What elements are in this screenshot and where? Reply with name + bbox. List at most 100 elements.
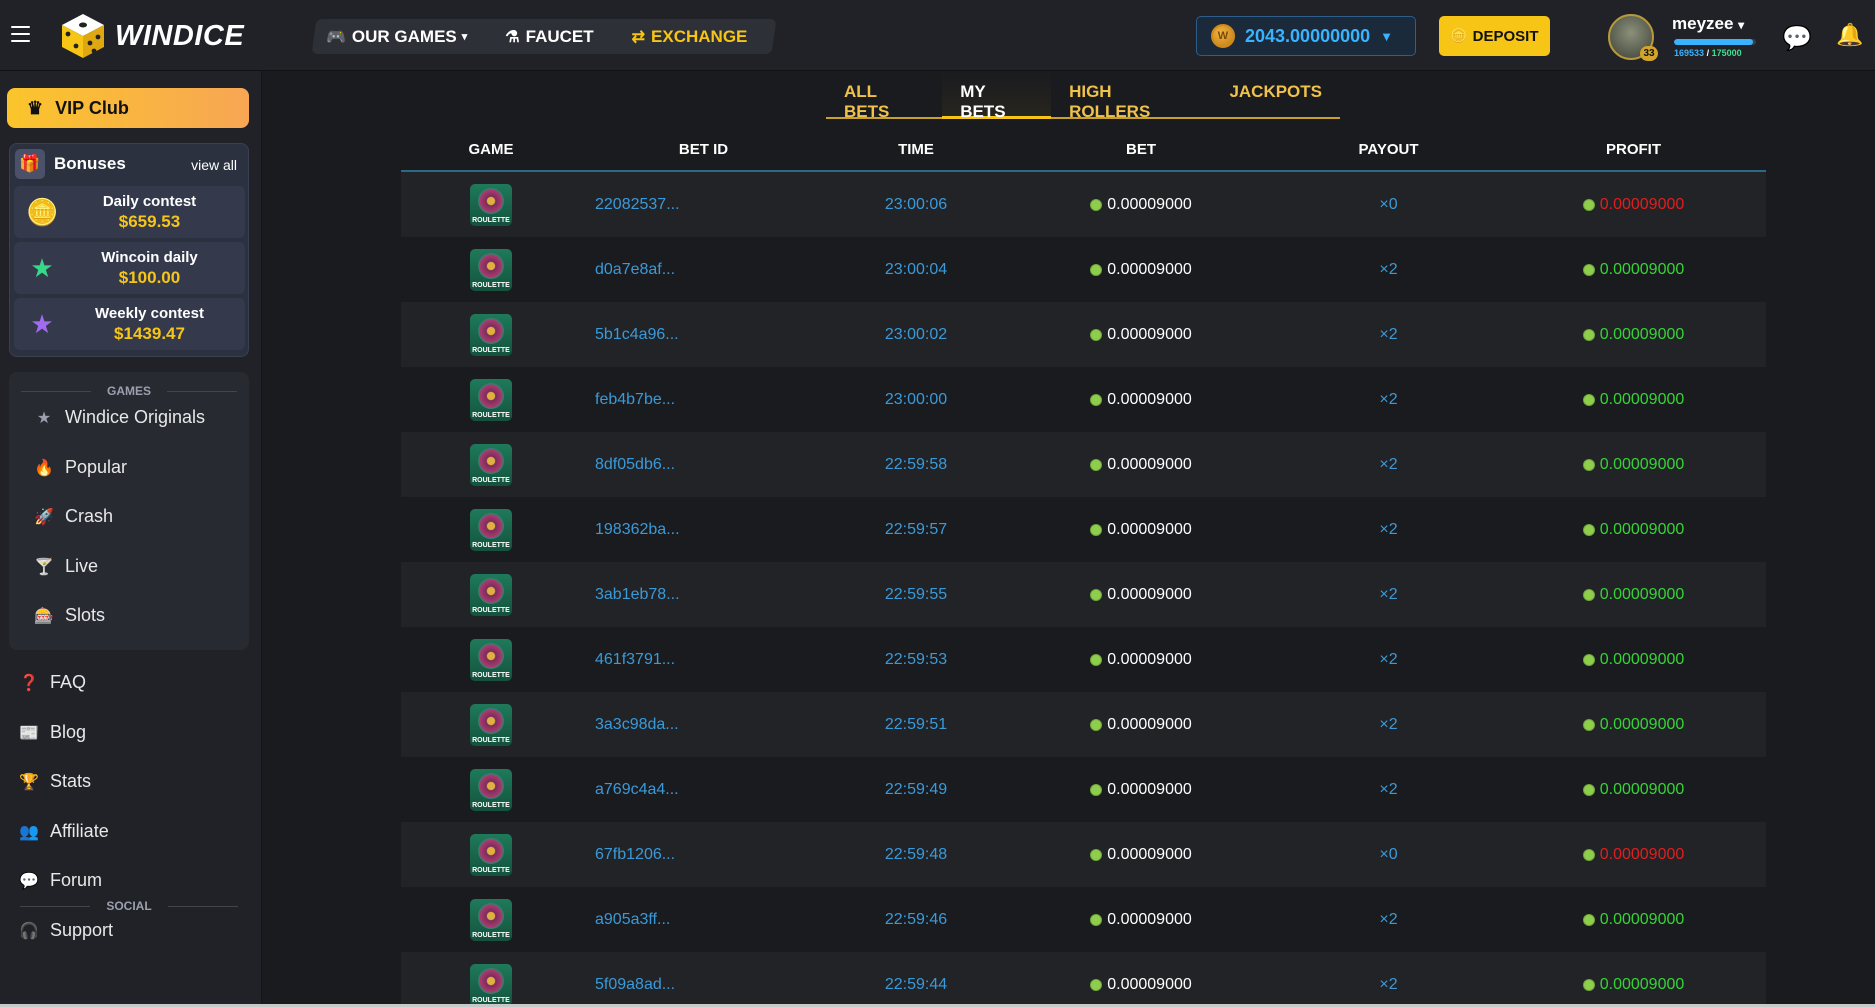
roulette-game-icon[interactable]: ROULETTE (470, 183, 512, 226)
sidebar-item-windice-originals[interactable]: ★ Windice Originals (33, 407, 205, 428)
sidebar-item-support[interactable]: 🎧 Support (18, 920, 113, 941)
logo-text: WINDICE (115, 19, 245, 52)
bet-id-link[interactable]: a905a3ff... (581, 911, 826, 929)
sidebar-item-blog[interactable]: 📰 Blog (18, 722, 86, 743)
table-row[interactable]: ROULETTE 5f09a8ad... 22:59:44 0.00009000 ×2 0… (401, 952, 1766, 1007)
bell-icon[interactable]: 🔔 (1836, 22, 1863, 48)
table-row[interactable]: ROULETTE 22082537... 23:00:06 0.00009000 ×0 0… (401, 172, 1766, 237)
bet-id-link[interactable]: feb4b7be... (581, 391, 826, 409)
table-row[interactable]: ROULETTE a769c4a4... 22:59:49 0.00009000 ×2 0… (401, 757, 1766, 822)
bet-amount: 0.00009000 (1107, 325, 1192, 343)
roulette-game-icon[interactable]: ROULETTE (470, 248, 512, 291)
nav-exchange[interactable]: ⇄ EXCHANGE (632, 27, 748, 47)
bet-id-link[interactable]: a769c4a4... (581, 781, 826, 799)
table-row[interactable]: ROULETTE feb4b7be... 23:00:00 0.00009000 ×2 0… (401, 367, 1766, 432)
bet-amount-cell: 0.00009000 (1006, 456, 1276, 474)
bet-id-link[interactable]: 22082537... (581, 196, 826, 214)
roulette-game-icon[interactable]: ROULETTE (470, 833, 512, 876)
comments-icon: 💬 (19, 872, 39, 890)
bet-id-link[interactable]: 461f3791... (581, 651, 826, 669)
coin-icon (1582, 458, 1595, 471)
profit-amount: 0.00009000 (1599, 715, 1685, 733)
bet-amount-cell: 0.00009000 (1006, 976, 1276, 994)
nav-faucet[interactable]: ⚗ FAUCET (505, 27, 593, 47)
table-row[interactable]: ROULETTE a905a3ff... 22:59:46 0.00009000 ×2 0… (401, 887, 1766, 952)
profit-cell: 0.00009000 (1501, 976, 1766, 994)
bet-amount: 0.00009000 (1107, 975, 1192, 993)
bonus-amount: $1439.47 (114, 324, 185, 343)
roulette-game-icon[interactable]: ROULETTE (470, 703, 512, 746)
bet-time: 22:59:57 (884, 520, 948, 538)
sidebar-item-popular[interactable]: 🔥 Popular (33, 457, 127, 478)
coin-icon (1582, 328, 1595, 341)
bonus-wincoin-daily[interactable]: ★ Wincoin daily $100.00 (14, 242, 245, 294)
roulette-game-icon[interactable]: ROULETTE (470, 898, 512, 941)
sidebar-item-stats[interactable]: 🏆 Stats (18, 771, 91, 792)
sidebar-item-faq[interactable]: ❓ FAQ (18, 672, 86, 693)
game-label: ROULETTE (472, 671, 510, 679)
bet-id-link[interactable]: 8df05db6... (581, 456, 826, 474)
sidebar-item-crash[interactable]: 🚀 Crash (33, 506, 113, 527)
coin-icon (1090, 653, 1103, 666)
profit-amount: 0.00009000 (1599, 975, 1685, 993)
bet-id-link[interactable]: 5f09a8ad... (581, 976, 826, 994)
table-row[interactable]: ROULETTE 461f3791... 22:59:53 0.00009000 ×2 0… (401, 627, 1766, 692)
bet-amount: 0.00009000 (1107, 260, 1192, 278)
trophy-icon: 🏆 (19, 773, 39, 791)
table-row[interactable]: ROULETTE 8df05db6... 22:59:58 0.00009000 ×2 0… (401, 432, 1766, 497)
table-row[interactable]: ROULETTE 198362ba... 22:59:57 0.00009000 ×2 0… (401, 497, 1766, 562)
bet-id-link[interactable]: 198362ba... (581, 521, 826, 539)
deposit-button[interactable]: 🪙 DEPOSIT (1439, 16, 1550, 56)
view-all-link[interactable]: view all (191, 157, 237, 173)
bonus-daily-contest[interactable]: 🪙 Daily contest $659.53 (14, 186, 245, 238)
bet-amount: 0.00009000 (1107, 845, 1192, 863)
roulette-game-icon[interactable]: ROULETTE (470, 768, 512, 811)
roulette-game-icon[interactable]: ROULETTE (470, 443, 512, 486)
sidebar-item-label: Crash (65, 506, 114, 526)
game-label: ROULETTE (472, 411, 510, 419)
bet-id-link[interactable]: 3ab1eb78... (581, 586, 826, 604)
tab-my-bets[interactable]: MY BETS (942, 71, 1052, 121)
bet-amount: 0.00009000 (1107, 650, 1192, 668)
table-row[interactable]: ROULETTE 3ab1eb78... 22:59:55 0.00009000 ×2 0… (401, 562, 1766, 627)
roulette-game-icon[interactable]: ROULETTE (470, 378, 512, 421)
roulette-game-icon[interactable]: ROULETTE (470, 638, 512, 681)
rocket-icon: 🚀 (34, 508, 54, 526)
bet-id-link[interactable]: 5b1c4a96... (581, 326, 826, 344)
coin-icon (1582, 588, 1595, 601)
hamburger-menu-icon[interactable] (11, 26, 30, 42)
nav-our-games[interactable]: 🎮 OUR GAMES ▾ (326, 27, 467, 47)
sidebar-item-slots[interactable]: 🎰 Slots (33, 605, 105, 626)
table-row[interactable]: ROULETTE 67fb1206... 22:59:48 0.00009000 ×0 0… (401, 822, 1766, 887)
xp-separator: / (1706, 48, 1710, 58)
cocktail-icon: 🍸 (34, 558, 54, 576)
table-row[interactable]: ROULETTE d0a7e8af... 23:00:04 0.00009000 ×2 0… (401, 237, 1766, 302)
tab-high-rollers[interactable]: HIGH ROLLERS (1051, 71, 1211, 121)
header-game: GAME (468, 140, 514, 158)
balance-selector[interactable]: W 2043.00000000 ▼ (1196, 16, 1416, 56)
roulette-game-icon[interactable]: ROULETTE (470, 508, 512, 551)
bonus-weekly-contest[interactable]: ★ Weekly contest $1439.47 (14, 298, 245, 350)
tab-jackpots[interactable]: JACKPOTS (1211, 71, 1340, 117)
chat-icon[interactable]: 💬 (1782, 24, 1812, 53)
logo[interactable]: WINDICE (60, 12, 244, 60)
roulette-game-icon[interactable]: ROULETTE (470, 963, 512, 1006)
sidebar-item-forum[interactable]: 💬 Forum (18, 870, 102, 891)
vip-club-button[interactable]: ♛ VIP Club (7, 88, 249, 128)
payout-multiplier: ×2 (1379, 455, 1398, 473)
bet-time: 23:00:02 (884, 325, 948, 343)
sidebar-item-affiliate[interactable]: 👥 Affiliate (18, 821, 109, 842)
bet-id-link[interactable]: 67fb1206... (581, 846, 826, 864)
roulette-game-icon[interactable]: ROULETTE (470, 313, 512, 356)
sidebar-item-live[interactable]: 🍸 Live (33, 556, 98, 577)
table-row[interactable]: ROULETTE 3a3c98da... 22:59:51 0.00009000 ×2 0… (401, 692, 1766, 757)
bet-amount-cell: 0.00009000 (1006, 716, 1276, 734)
tab-all-bets[interactable]: ALL BETS (826, 71, 942, 121)
roulette-game-icon[interactable]: ROULETTE (470, 573, 512, 616)
bet-id-link[interactable]: 3a3c98da... (581, 716, 826, 734)
table-row[interactable]: ROULETTE 5b1c4a96... 23:00:02 0.00009000 ×2 0… (401, 302, 1766, 367)
bet-id-link[interactable]: d0a7e8af... (581, 261, 826, 279)
profit-cell: 0.00009000 (1501, 781, 1766, 799)
chevron-down-icon: ▼ (1380, 28, 1394, 44)
username-dropdown[interactable]: meyzee ▾ (1672, 14, 1744, 34)
